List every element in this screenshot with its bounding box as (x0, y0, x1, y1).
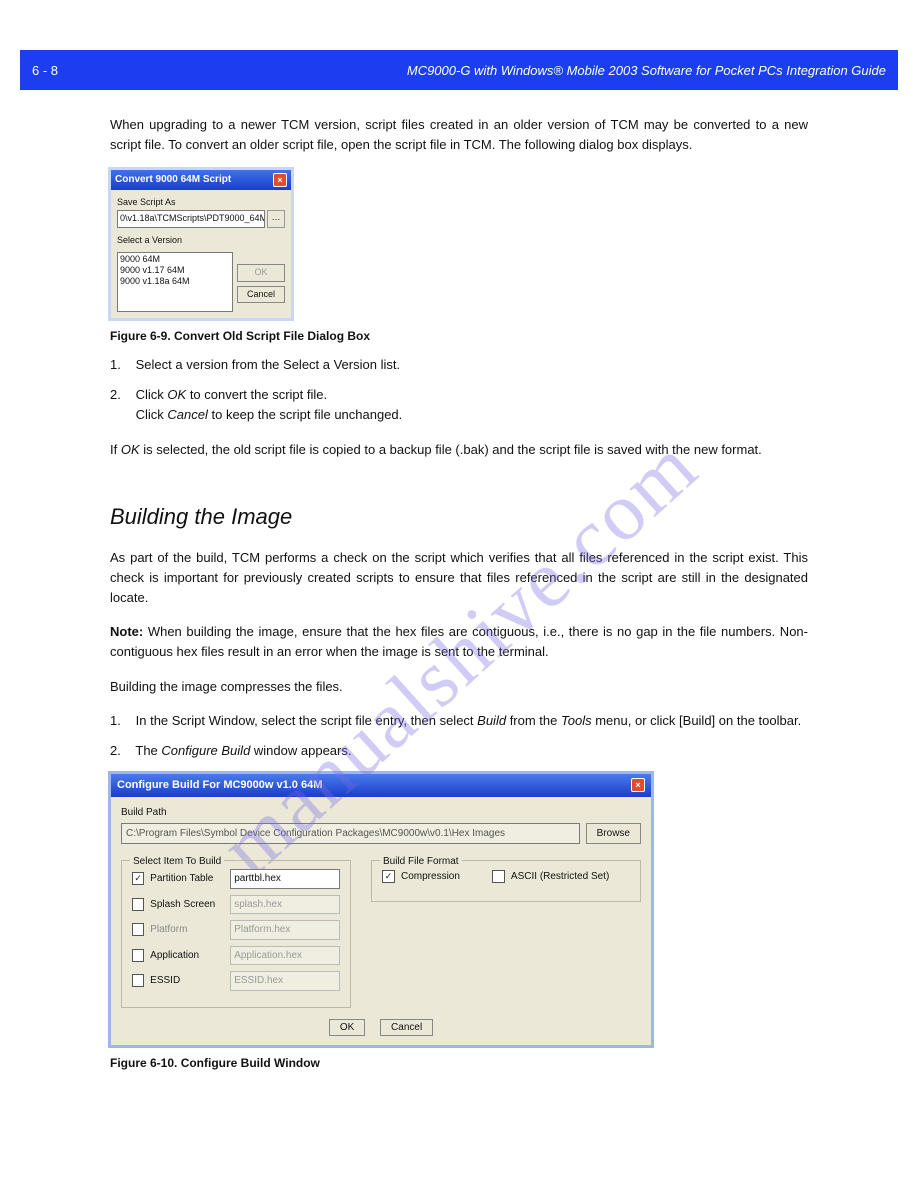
note-paragraph: Note: When building the image, ensure th… (110, 622, 808, 662)
platform-file-input: Platform.hex (230, 920, 340, 940)
configure-build-dialog: Configure Build For MC9000w v1.0 64M × B… (110, 773, 652, 1046)
application-file-input: Application.hex (230, 946, 340, 966)
step-2b-post: to keep the script file unchanged. (208, 407, 402, 422)
paragraph-2: If OK is selected, the old script file i… (110, 440, 808, 460)
application-row: Application Application.hex (132, 946, 340, 966)
page-number: 6 - 8 (32, 63, 58, 78)
cancel-ref: Cancel (167, 407, 207, 422)
dialog-title-text: Convert 9000 64M Script (115, 172, 231, 188)
save-script-path-input[interactable]: 0\v1.18a\TCMScripts\PDT9000_64M.tcm (117, 210, 265, 228)
ascii-checkbox[interactable] (492, 870, 505, 883)
version-item[interactable]: 9000 v1.18a 64M (120, 276, 230, 287)
version-item[interactable]: 9000 64M (120, 254, 230, 265)
step-1: 1. Select a version from the Select a Ve… (110, 355, 808, 375)
paragraph-3: As part of the build, TCM performs a che… (110, 548, 808, 608)
compression-checkbox[interactable]: ✓ (382, 870, 395, 883)
select-version-label: Select a Version (117, 234, 285, 248)
partition-table-checkbox[interactable]: ✓ (132, 872, 144, 885)
cancel-button[interactable]: Cancel (380, 1019, 433, 1036)
figure-9-caption: Figure 6-9. Convert Old Script File Dial… (110, 327, 808, 346)
platform-checkbox[interactable] (132, 923, 144, 936)
doc-title: MC9000-G with Windows® Mobile 2003 Softw… (407, 63, 886, 78)
dialog-titlebar: Configure Build For MC9000w v1.0 64M × (111, 774, 651, 797)
ok-button[interactable]: OK (237, 264, 285, 282)
step-number: 2. (110, 385, 132, 405)
convert-script-dialog: Convert 9000 64M Script × Save Script As… (110, 169, 292, 318)
browse-ellipsis-button[interactable]: … (267, 210, 285, 228)
build-path-label: Build Path (121, 805, 641, 821)
select-item-group: Select Item To Build ✓ Partition Table p… (121, 860, 351, 1008)
group-title: Build File Format (380, 854, 462, 870)
ascii-label: ASCII (Restricted Set) (511, 869, 609, 885)
partition-table-row: ✓ Partition Table parttbl.hex (132, 869, 340, 889)
group-title: Select Item To Build (130, 854, 224, 870)
step-number: 2. (110, 741, 132, 761)
step-1b: 1. In the Script Window, select the scri… (110, 711, 808, 731)
partition-table-label: Partition Table (150, 871, 224, 887)
figure-10-caption: Figure 6-10. Configure Build Window (110, 1054, 808, 1073)
platform-label: Platform (150, 922, 224, 938)
compression-label: Compression (401, 869, 460, 885)
ok-ref: OK (167, 387, 186, 402)
step-number: 1. (110, 711, 132, 731)
dialog-title-text: Configure Build For MC9000w v1.0 64M (117, 777, 322, 794)
step-2b-pre: Click (136, 407, 168, 422)
step-2a-post: to convert the script file. (186, 387, 327, 402)
ok-button[interactable]: OK (329, 1019, 365, 1036)
essid-checkbox[interactable] (132, 974, 144, 987)
paragraph-1: When upgrading to a newer TCM version, s… (110, 115, 808, 155)
version-item[interactable]: 9000 v1.17 64M (120, 265, 230, 276)
step-number: 1. (110, 355, 132, 375)
note-text: When building the image, ensure that the… (110, 624, 808, 659)
step-1-text: Select a version from the Select a Versi… (136, 357, 400, 372)
splash-screen-label: Splash Screen (150, 897, 224, 913)
platform-row: Platform Platform.hex (132, 920, 340, 940)
cancel-button[interactable]: Cancel (237, 286, 285, 304)
splash-screen-row: Splash Screen splash.hex (132, 895, 340, 915)
close-icon[interactable]: × (631, 778, 645, 792)
step-2a-pre: Click (136, 387, 168, 402)
step-2b: 2. The Configure Build window appears. (110, 741, 808, 761)
browse-button[interactable]: Browse (586, 823, 641, 845)
step-2: 2. Click OK to convert the script file. … (110, 385, 808, 425)
build-file-format-group: Build File Format ✓ Compression ASCII (R… (371, 860, 641, 902)
splash-screen-checkbox[interactable] (132, 898, 144, 911)
essid-label: ESSID (150, 973, 224, 989)
build-toolbar-icon-ref: [Build] (679, 713, 715, 728)
close-icon[interactable]: × (273, 173, 287, 187)
application-label: Application (150, 948, 224, 964)
version-listbox[interactable]: 9000 64M 9000 v1.17 64M 9000 v1.18a 64M (117, 252, 233, 312)
note-label: Note: (110, 624, 148, 639)
section-title: Building the Image (110, 500, 808, 534)
page-header-bar: 6 - 8 MC9000-G with Windows® Mobile 2003… (20, 50, 898, 90)
dialog-titlebar: Convert 9000 64M Script × (111, 170, 291, 190)
splash-screen-file-input: splash.hex (230, 895, 340, 915)
partition-table-file-input[interactable]: parttbl.hex (230, 869, 340, 889)
application-checkbox[interactable] (132, 949, 144, 962)
save-script-label: Save Script As (117, 196, 285, 210)
essid-file-input: ESSID.hex (230, 971, 340, 991)
build-path-input[interactable]: C:\Program Files\Symbol Device Configura… (121, 823, 580, 845)
essid-row: ESSID ESSID.hex (132, 971, 340, 991)
paragraph-4: Building the image compresses the files. (110, 677, 808, 697)
